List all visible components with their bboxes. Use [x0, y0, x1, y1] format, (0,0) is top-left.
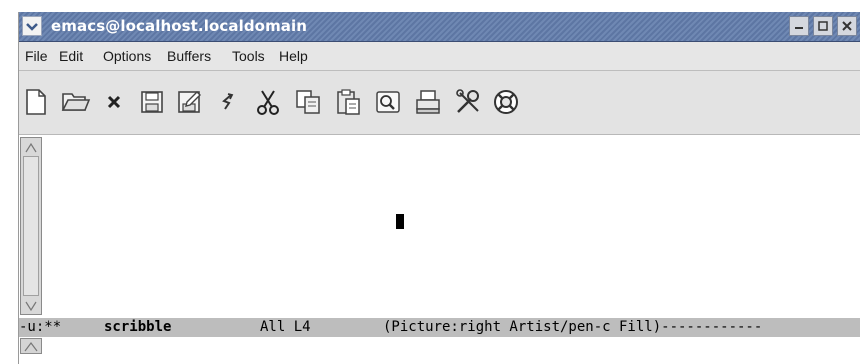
title-bar[interactable]: emacs@localhost.localdomain: [19, 12, 860, 42]
minibuffer[interactable]: [19, 337, 860, 364]
menu-buffers[interactable]: Buffers: [167, 48, 211, 64]
copy-icon: [296, 90, 320, 114]
close-icon: [107, 95, 121, 109]
minimize-button[interactable]: [789, 16, 809, 36]
undo-button[interactable]: [211, 86, 245, 118]
menu-tools[interactable]: Tools: [232, 48, 265, 64]
modeline-modes[interactable]: (Picture:right Artist/pen-c Fill)-------…: [383, 319, 762, 335]
modeline-status: -u:**: [19, 319, 62, 335]
maximize-button[interactable]: [813, 16, 833, 36]
modeline-position: All L4: [260, 319, 311, 335]
vertical-scrollbar[interactable]: [20, 137, 42, 315]
arrow-up-icon: [24, 342, 38, 352]
open-folder-button[interactable]: [59, 86, 93, 118]
print-icon: [416, 90, 440, 114]
minibuffer-scrollbar[interactable]: [20, 338, 42, 354]
menu-edit[interactable]: Edit: [59, 48, 83, 64]
editor-area[interactable]: [19, 135, 860, 318]
help-button[interactable]: [489, 86, 523, 118]
save-as-icon: [178, 91, 201, 113]
window-title: emacs@localhost.localdomain: [51, 17, 308, 35]
search-icon: [376, 91, 400, 113]
maximize-icon: [818, 21, 828, 31]
mode-line: -u:** scribble All L4 (Picture:right Art…: [19, 318, 860, 337]
paste-button[interactable]: [331, 86, 365, 118]
scrollbar-thumb[interactable]: [23, 156, 39, 296]
save-as-button[interactable]: [173, 86, 207, 118]
cut-button[interactable]: [251, 86, 285, 118]
chevron-down-icon: [26, 22, 38, 31]
new-file-button[interactable]: [19, 86, 53, 118]
tool-bar: [19, 71, 860, 135]
arrow-up-icon: [25, 142, 37, 153]
paste-icon: [337, 89, 360, 115]
customize-icon: [456, 89, 479, 113]
close-window-button[interactable]: [837, 16, 857, 36]
copy-button[interactable]: [291, 86, 325, 118]
cut-icon: [257, 90, 279, 115]
open-folder-icon: [61, 93, 91, 111]
help-lifebuoy-icon: [494, 90, 518, 114]
close-buffer-button[interactable]: [97, 86, 131, 118]
minimize-icon: [795, 27, 803, 29]
arrow-down-icon: [25, 301, 37, 312]
menu-bar: File Edit Options Buffers Tools Help: [19, 42, 860, 71]
window-menu-button[interactable]: [22, 16, 42, 36]
undo-icon: [222, 93, 234, 110]
close-icon: [842, 21, 852, 31]
menu-help[interactable]: Help: [279, 48, 308, 64]
print-button[interactable]: [411, 86, 445, 118]
menu-options[interactable]: Options: [103, 48, 151, 64]
emacs-window: emacs@localhost.localdomain File Edit Op…: [18, 12, 860, 364]
text-cursor: [396, 214, 404, 229]
menu-file[interactable]: File: [25, 48, 48, 64]
save-icon: [141, 91, 163, 113]
scroll-down-arrow[interactable]: [23, 298, 39, 312]
search-button[interactable]: [371, 86, 405, 118]
modeline-buffer-name[interactable]: scribble: [104, 319, 171, 335]
new-file-icon: [26, 89, 46, 115]
scroll-up-arrow[interactable]: [23, 140, 39, 154]
save-button[interactable]: [135, 86, 169, 118]
customize-button[interactable]: [451, 86, 485, 118]
